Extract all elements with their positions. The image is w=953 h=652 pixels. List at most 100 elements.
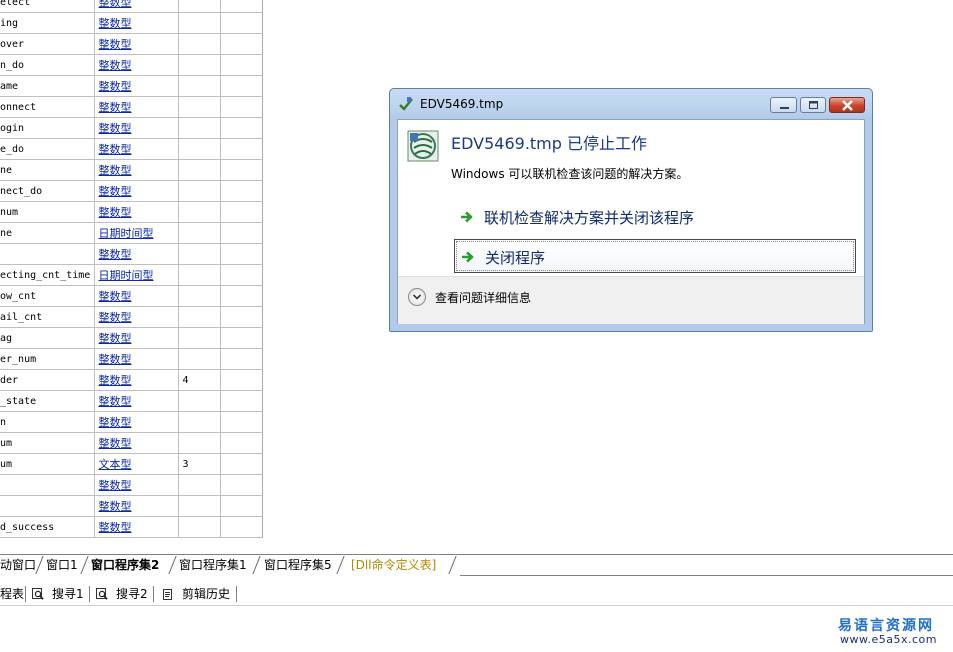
table-row[interactable]: _state 整数型: [0, 390, 263, 412]
variable-type-link[interactable]: 整数型: [94, 117, 179, 139]
variable-type-link[interactable]: 整数型: [94, 474, 179, 496]
variable-array-cell: [178, 285, 221, 307]
variable-array-cell: [178, 159, 221, 181]
minimize-button[interactable]: [770, 97, 797, 113]
dialog-titlebar[interactable]: EDV5469.tmp: [390, 89, 872, 119]
variable-type-link[interactable]: 整数型: [94, 432, 179, 454]
variable-type-link[interactable]: 整数型: [94, 348, 179, 370]
variable-note-cell: [220, 96, 263, 118]
program-table-button[interactable]: 程表: [0, 583, 24, 605]
clip-history-button[interactable]: 剪辑历史: [162, 583, 230, 605]
variable-note-cell: [220, 180, 263, 202]
variable-name-cell: [0, 495, 95, 517]
close-button[interactable]: [829, 97, 865, 113]
variable-type-link[interactable]: 整数型: [94, 369, 179, 391]
chevron-down-icon[interactable]: [408, 288, 426, 306]
variable-note-cell: [220, 159, 263, 181]
variable-type-link[interactable]: 文本型: [94, 453, 179, 475]
table-row[interactable]: ing 整数型: [0, 12, 263, 34]
variable-type-link[interactable]: 日期时间型: [94, 264, 179, 286]
table-row[interactable]: 整数型: [0, 243, 263, 265]
variable-type-link[interactable]: 整数型: [94, 390, 179, 412]
variable-note-cell: [220, 306, 263, 328]
tab-program-set-1[interactable]: 窗口程序集1: [179, 555, 247, 575]
variable-type-link[interactable]: 整数型: [94, 159, 179, 181]
table-row[interactable]: ogin 整数型: [0, 117, 263, 139]
table-row[interactable]: onnect 整数型: [0, 96, 263, 118]
variable-note-cell: [220, 75, 263, 97]
table-row[interactable]: e_do 整数型: [0, 138, 263, 160]
table-row[interactable]: um 文本型 3: [0, 453, 263, 475]
check-online-option[interactable]: 联机检查解决方案并关闭该程序: [454, 200, 856, 234]
variable-type-link[interactable]: 整数型: [94, 0, 179, 13]
clip-history-label: 剪辑历史: [182, 587, 231, 601]
maximize-button[interactable]: [800, 97, 826, 113]
variable-type-link[interactable]: 整数型: [94, 411, 179, 433]
variable-type-link[interactable]: 整数型: [94, 96, 179, 118]
variable-type-link[interactable]: 整数型: [94, 306, 179, 328]
variable-type-link[interactable]: 整数型: [94, 243, 179, 265]
tab-program-set-5[interactable]: 窗口程序集5: [264, 555, 332, 575]
check-online-label: 联机检查解决方案并关闭该程序: [484, 209, 695, 227]
variable-type-link[interactable]: 整数型: [94, 138, 179, 160]
variable-type-link[interactable]: 整数型: [94, 201, 179, 223]
table-row[interactable]: ecting_cnt_time 日期时间型: [0, 264, 263, 286]
variable-name-cell: der: [0, 369, 95, 391]
table-row[interactable]: nect_do 整数型: [0, 180, 263, 202]
table-row[interactable]: 整数型: [0, 474, 263, 496]
variable-note-cell: [220, 327, 263, 349]
tab-program-set-2[interactable]: 窗口程序集2: [91, 555, 159, 575]
table-row[interactable]: n_do 整数型: [0, 54, 263, 76]
table-row[interactable]: ame 整数型: [0, 75, 263, 97]
table-row[interactable]: 整数型: [0, 495, 263, 517]
close-program-label: 关闭程序: [485, 249, 546, 267]
table-row[interactable]: num 整数型: [0, 201, 263, 223]
table-row[interactable]: um 整数型: [0, 432, 263, 454]
variable-name-cell: num: [0, 201, 95, 223]
dialog-title: EDV5469.tmp: [420, 97, 504, 111]
green-arrow-icon: [462, 251, 474, 263]
table-row[interactable]: er_num 整数型: [0, 348, 263, 370]
search2-button[interactable]: 搜寻2: [96, 583, 148, 605]
tab-window-0[interactable]: 动窗口: [0, 555, 36, 575]
dialog-heading: EDV5469.tmp 已停止工作: [451, 134, 648, 153]
table-row[interactable]: elect 整数型: [0, 0, 263, 13]
variable-note-cell: [220, 54, 263, 76]
variable-type-link[interactable]: 整数型: [94, 327, 179, 349]
variable-name-cell: er_num: [0, 348, 95, 370]
variable-type-link[interactable]: 整数型: [94, 12, 179, 34]
variable-type-link[interactable]: 整数型: [94, 75, 179, 97]
close-program-option[interactable]: 关闭程序: [454, 239, 856, 273]
view-details-link[interactable]: 查看问题详细信息: [435, 289, 531, 306]
program-icon: [407, 130, 439, 162]
variable-note-cell: [220, 474, 263, 496]
variable-type-link[interactable]: 整数型: [94, 495, 179, 517]
table-row[interactable]: ag 整数型: [0, 327, 263, 349]
variable-type-link[interactable]: 整数型: [94, 33, 179, 55]
variable-type-link[interactable]: 整数型: [94, 285, 179, 307]
variable-array-cell: [178, 33, 221, 55]
variable-type-link[interactable]: 整数型: [94, 180, 179, 202]
table-row[interactable]: ne 日期时间型: [0, 222, 263, 244]
variable-type-link[interactable]: 日期时间型: [94, 222, 179, 244]
table-row[interactable]: d_success 整数型: [0, 516, 263, 538]
variable-type-link[interactable]: 整数型: [94, 54, 179, 76]
variable-note-cell: [220, 369, 263, 391]
variable-name-cell: ne: [0, 159, 95, 181]
tab-window-1[interactable]: 窗口1: [46, 555, 78, 575]
table-row[interactable]: over 整数型: [0, 33, 263, 55]
table-row[interactable]: ne 整数型: [0, 159, 263, 181]
table-row[interactable]: ow_cnt 整数型: [0, 285, 263, 307]
table-row[interactable]: ail_cnt 整数型: [0, 306, 263, 328]
variable-name-cell: n_do: [0, 54, 95, 76]
minimize-icon: [780, 107, 789, 109]
table-row[interactable]: der 整数型 4: [0, 369, 263, 391]
tab-dll-command-table[interactable]: [Dll命令定义表]: [351, 555, 436, 575]
variable-array-cell: [178, 432, 221, 454]
search1-button[interactable]: 搜寻1: [32, 583, 84, 605]
table-row[interactable]: n 整数型: [0, 411, 263, 433]
variable-array-cell: [178, 264, 221, 286]
variable-type-link[interactable]: 整数型: [94, 516, 179, 538]
variable-note-cell: [220, 390, 263, 412]
variable-array-cell: [178, 138, 221, 160]
